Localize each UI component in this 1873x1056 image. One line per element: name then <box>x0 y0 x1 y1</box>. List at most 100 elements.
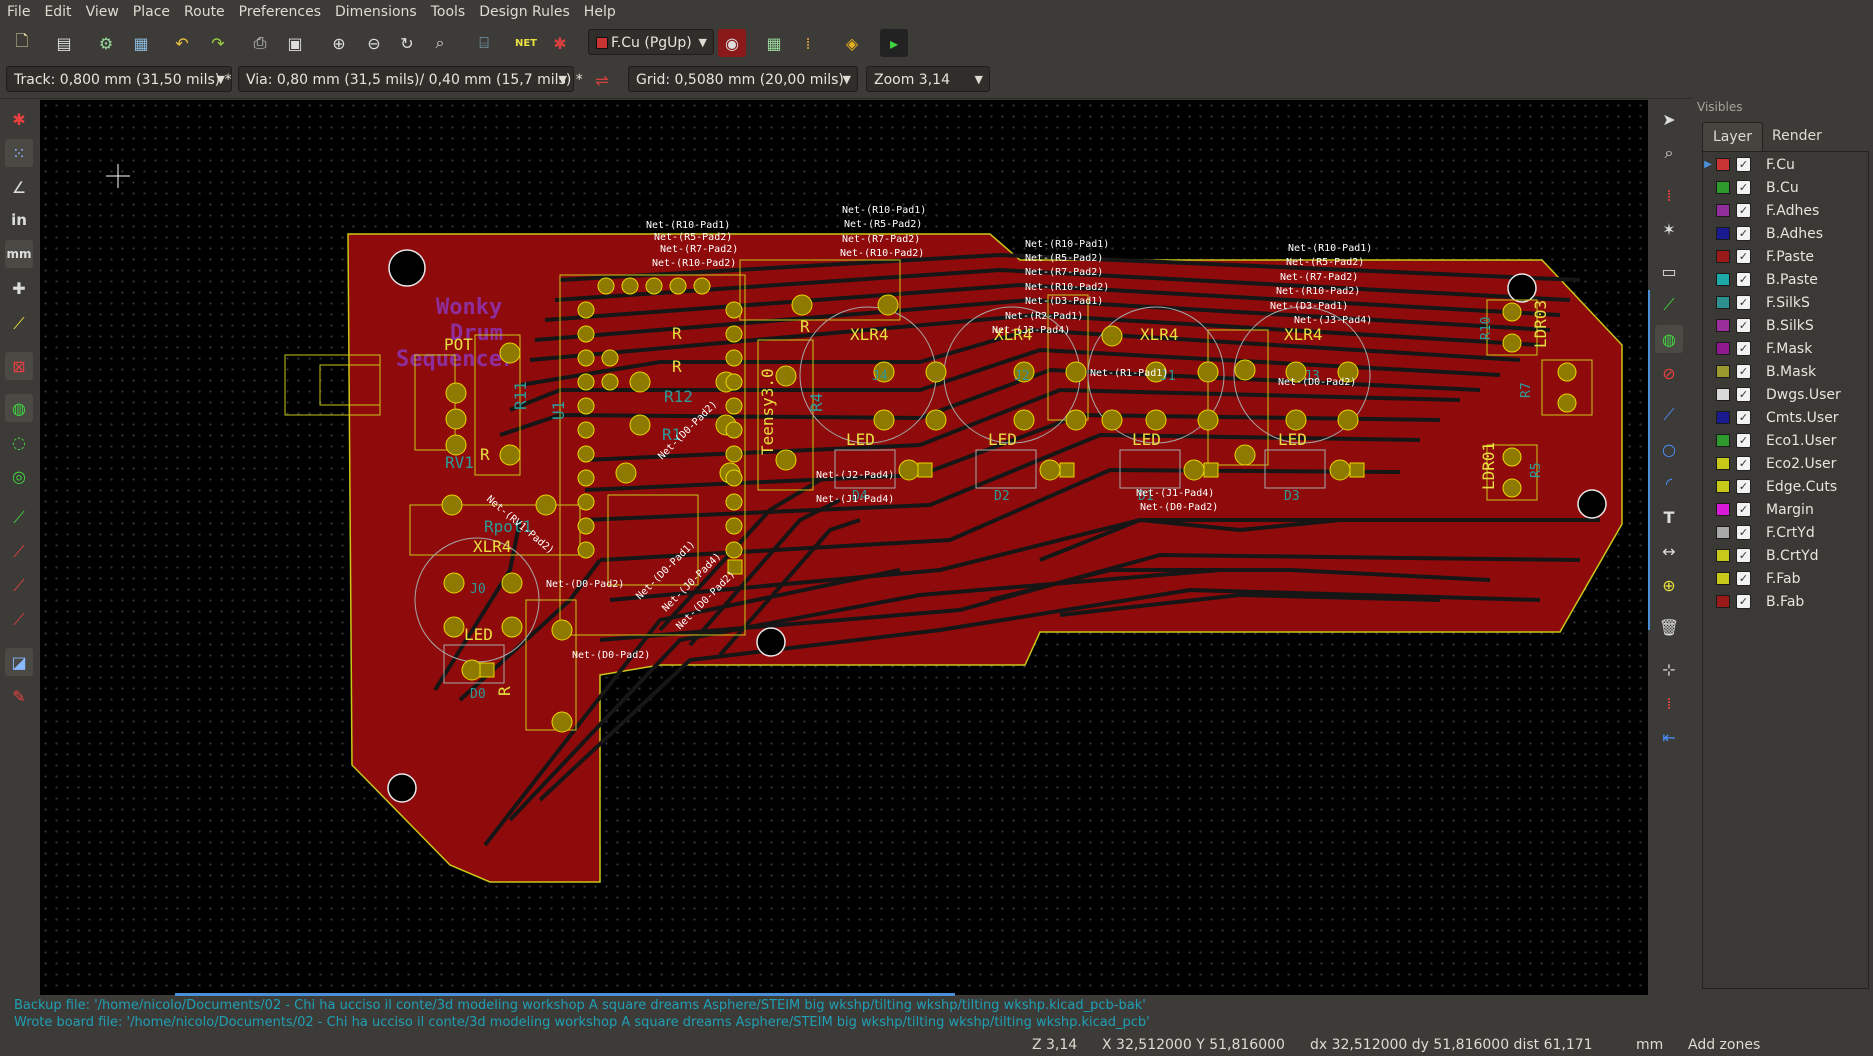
layer-name[interactable]: Cmts.User <box>1766 410 1839 426</box>
layer-visibility-checkbox[interactable]: ✓ <box>1736 502 1751 517</box>
layer-name[interactable]: B.SilkS <box>1766 318 1814 334</box>
plot-icon[interactable]: ▣ <box>281 29 309 57</box>
layer-row[interactable]: ✓ Edge.Cuts <box>1703 476 1868 497</box>
layer-visibility-checkbox[interactable]: ✓ <box>1736 203 1751 218</box>
layer-visibility-checkbox[interactable]: ✓ <box>1736 548 1751 563</box>
tab-render[interactable]: Render <box>1762 122 1832 150</box>
layer-color-swatch[interactable] <box>1716 595 1730 608</box>
layer-name[interactable]: F.Fab <box>1766 571 1801 587</box>
layer-name[interactable]: F.Cu <box>1766 157 1795 173</box>
layer-row[interactable]: ✓ B.Mask <box>1703 361 1868 382</box>
layer-name[interactable]: Margin <box>1766 502 1814 518</box>
netlist-icon[interactable]: NET <box>512 29 540 57</box>
print-icon[interactable]: ⎙ <box>246 29 274 57</box>
menu-help[interactable]: Help <box>577 0 623 24</box>
zone-fill-icon[interactable]: ◍ <box>5 394 33 422</box>
drc-icon[interactable]: ✱ <box>546 29 574 57</box>
keepout-area-icon[interactable]: ⊘ <box>1655 359 1683 387</box>
units-mm-button[interactable]: mm <box>5 240 33 268</box>
zoom-redraw-icon[interactable]: ↻ <box>393 29 421 57</box>
layer-color-swatch[interactable] <box>1716 457 1730 470</box>
layer-name[interactable]: F.Paste <box>1766 249 1814 265</box>
layer-color-swatch[interactable] <box>1716 342 1730 355</box>
autoroute-icon[interactable]: ◈ <box>838 29 866 57</box>
layer-name[interactable]: B.Cu <box>1766 180 1799 196</box>
board-setup-icon[interactable]: ⚙ <box>92 29 120 57</box>
layer-color-swatch[interactable] <box>1716 526 1730 539</box>
layer-row[interactable]: ✓ B.CrtYd <box>1703 545 1868 566</box>
layer-visibility-checkbox[interactable]: ✓ <box>1736 157 1751 172</box>
layer-name[interactable]: Eco2.User <box>1766 456 1836 472</box>
layer-color-swatch[interactable] <box>1716 549 1730 562</box>
layer-color-swatch[interactable] <box>1716 480 1730 493</box>
auto-track-width-icon[interactable]: ⇌ <box>588 66 616 94</box>
redo-icon[interactable]: ↷ <box>204 29 232 57</box>
layer-row[interactable]: ▶ ✓ F.Cu <box>1703 154 1868 175</box>
layer-color-swatch[interactable] <box>1716 411 1730 424</box>
zoom-fit-icon[interactable]: ⌕ <box>426 29 454 57</box>
layer-color-swatch[interactable] <box>1716 296 1730 309</box>
layer-visibility-checkbox[interactable]: ✓ <box>1736 318 1751 333</box>
local-ratsnest-icon[interactable]: ✶ <box>1655 215 1683 243</box>
layer-row[interactable]: ✓ Cmts.User <box>1703 407 1868 428</box>
select-arrow-icon[interactable]: ➤ <box>1655 105 1683 133</box>
delete-icon[interactable]: 🗑 <box>1655 613 1683 641</box>
layer-color-swatch[interactable] <box>1716 572 1730 585</box>
add-arc-icon[interactable]: ◜ <box>1655 469 1683 497</box>
layer-color-swatch[interactable] <box>1716 503 1730 516</box>
layer-name[interactable]: B.Fab <box>1766 594 1804 610</box>
menu-edit[interactable]: Edit <box>37 0 78 24</box>
footprint-browser-icon[interactable]: ⁞ <box>794 29 822 57</box>
add-footprint-icon[interactable]: ⁞ <box>1655 181 1683 209</box>
ratsnest-icon[interactable]: ⟋ <box>5 310 33 338</box>
layer-visibility-checkbox[interactable]: ✓ <box>1736 479 1751 494</box>
layer-color-swatch[interactable] <box>1716 250 1730 263</box>
add-text-icon[interactable]: T <box>1655 503 1683 531</box>
add-target-icon[interactable]: ⊕ <box>1655 571 1683 599</box>
layer-row[interactable]: ✓ B.Paste <box>1703 269 1868 290</box>
layer-visibility-checkbox[interactable]: ✓ <box>1736 433 1751 448</box>
layer-row[interactable]: ✓ F.Adhes <box>1703 200 1868 221</box>
layer-name[interactable]: F.Adhes <box>1766 203 1819 219</box>
layer-pair-icon[interactable]: ◉ <box>718 29 746 57</box>
layer-row[interactable]: ✓ B.SilkS <box>1703 315 1868 336</box>
layer-color-swatch[interactable] <box>1716 319 1730 332</box>
menu-place[interactable]: Place <box>126 0 177 24</box>
layer-select[interactable]: F.Cu (PgUp) ▼ <box>588 29 714 55</box>
layer-visibility-checkbox[interactable]: ✓ <box>1736 410 1751 425</box>
scripting-console-icon[interactable]: ▸ <box>880 29 908 57</box>
route-track-icon[interactable]: ⟋ <box>1655 291 1683 319</box>
zoom-select[interactable]: Zoom 3,14 ▼ <box>866 66 990 92</box>
grid-select[interactable]: Grid: 0,5080 mm (20,00 mils) ▼ <box>628 66 858 92</box>
layer-color-swatch[interactable] <box>1716 227 1730 240</box>
layer-visibility-checkbox[interactable]: ✓ <box>1736 571 1751 586</box>
layer-row[interactable]: ✓ B.Adhes <box>1703 223 1868 244</box>
grid-origin-icon[interactable]: ⁞ <box>1655 689 1683 717</box>
measure-icon[interactable]: ⇤ <box>1655 723 1683 751</box>
layer-row[interactable]: ✓ F.CrtYd <box>1703 522 1868 543</box>
menu-dimensions[interactable]: Dimensions <box>328 0 424 24</box>
layer-color-swatch[interactable] <box>1716 181 1730 194</box>
menu-file[interactable]: File <box>0 0 37 24</box>
add-dimension-icon[interactable]: ↔ <box>1655 537 1683 565</box>
layer-visibility-checkbox[interactable]: ✓ <box>1736 341 1751 356</box>
menu-design-rules[interactable]: Design Rules <box>472 0 577 24</box>
highlight-net-icon[interactable]: ⌕ <box>1655 139 1683 167</box>
layer-name[interactable]: F.SilkS <box>1766 295 1810 311</box>
grid-toggle-icon[interactable]: ⁙ <box>5 139 33 167</box>
find-icon[interactable]: ⌸ <box>470 29 498 57</box>
layer-name[interactable]: F.CrtYd <box>1766 525 1815 541</box>
menu-route[interactable]: Route <box>177 0 232 24</box>
microwave-tools-icon[interactable]: ✎ <box>5 682 33 710</box>
layer-color-swatch[interactable] <box>1716 434 1730 447</box>
menu-view[interactable]: View <box>79 0 126 24</box>
place-origin-icon[interactable]: ⊹ <box>1655 655 1683 683</box>
pcb-canvas[interactable]: Wonky Drum Sequencer POT RV1 Rpot1 XLR4 … <box>40 100 1648 995</box>
layer-row[interactable]: ✓ F.Fab <box>1703 568 1868 589</box>
layer-name[interactable]: B.Adhes <box>1766 226 1823 242</box>
zoom-in-icon[interactable]: ⊕ <box>325 29 353 57</box>
drc-marker-icon[interactable]: ✱ <box>5 105 33 133</box>
layer-row[interactable]: ✓ F.Paste <box>1703 246 1868 267</box>
layer-row[interactable]: ✓ F.SilkS <box>1703 292 1868 313</box>
layer-visibility-checkbox[interactable]: ✓ <box>1736 364 1751 379</box>
